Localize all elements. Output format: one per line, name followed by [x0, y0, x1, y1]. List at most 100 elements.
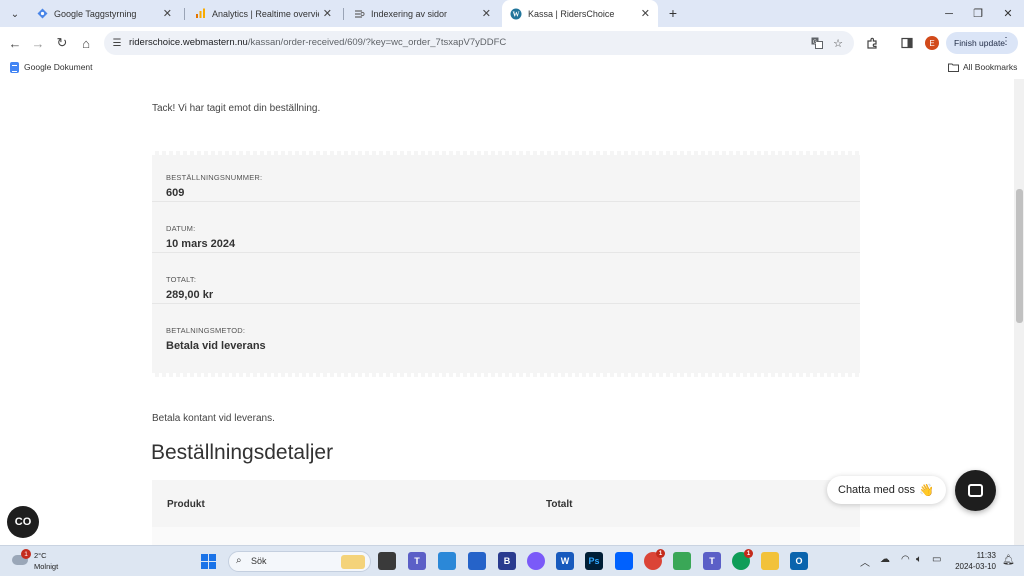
svg-text:W: W [513, 10, 520, 18]
clock-time: 11:33 [976, 551, 996, 560]
payment-method-row: BETALNINGSMETOD: Betala vid leverans [152, 304, 860, 355]
payment-method-value: Betala vid leverans [166, 340, 266, 352]
tab-label: Analytics | Realtime overview [212, 8, 319, 19]
chrome-profile-icon[interactable]: 1 [732, 549, 753, 570]
order-number-label: BESTÄLLNINGSNUMMER: [166, 173, 263, 182]
order-total-value: 289,00 kr [166, 289, 214, 301]
address-bar[interactable]: ☰ riderschoice.webmastern.nu/kassan/orde… [104, 31, 854, 55]
minimize-icon[interactable]: ─ [934, 0, 964, 27]
tab-separator [343, 8, 344, 20]
battery-icon[interactable]: ▭ [932, 554, 941, 565]
taskbar-clock[interactable]: 11:33 2024-03-10 [948, 550, 996, 572]
side-panel-icon[interactable] [897, 33, 917, 53]
dropbox-icon[interactable] [615, 552, 633, 570]
notification-badge: 1 [656, 549, 665, 558]
start-button[interactable] [201, 554, 216, 569]
page-scrollbar[interactable] [1014, 79, 1024, 545]
new-tab-icon[interactable]: + [664, 4, 682, 22]
close-icon[interactable]: ✕ [323, 7, 332, 20]
back-icon[interactable]: ← [5, 33, 25, 53]
url-text[interactable]: riderschoice.webmastern.nu/kassan/order-… [129, 37, 506, 48]
taskbar-search[interactable]: ⌕ Sök [228, 551, 371, 572]
home-icon[interactable]: ⌂ [76, 33, 96, 53]
tab-kassa-riderschoice[interactable]: W Kassa | RidersChoice ✕ [502, 0, 658, 27]
copilot-icon[interactable] [527, 552, 545, 570]
store-icon[interactable] [468, 552, 486, 570]
order-date-value: 10 mars 2024 [166, 238, 236, 250]
tab-separator [184, 8, 185, 20]
tab-search-chevron-icon[interactable]: ⌄ [5, 4, 25, 24]
search-highlight-icon [341, 555, 365, 569]
teams-icon[interactable]: T [408, 552, 426, 570]
bookmark-google-dokument[interactable]: Google Dokument [9, 61, 93, 73]
tab-label: Google Taggstyrning [54, 8, 137, 19]
reload-icon[interactable]: ↻ [52, 33, 72, 53]
weather-temperature: 2°C [34, 551, 47, 560]
order-total-label: TOTALT: [166, 275, 197, 284]
order-total-row: TOTALT: 289,00 kr [152, 253, 860, 304]
google-docs-icon [9, 61, 20, 73]
tag-manager-icon [36, 8, 48, 20]
bookmark-label: Google Dokument [24, 62, 93, 72]
search-placeholder: Sök [251, 556, 267, 566]
wifi-icon[interactable]: ◠ [901, 554, 910, 565]
chat-greeting-bubble[interactable]: Chatta med oss 👋 [827, 476, 946, 504]
order-overview: BESTÄLLNINGSNUMMER: 609 DATUM: 10 mars 2… [152, 151, 860, 377]
column-header-product: Produkt [167, 499, 205, 510]
weather-widget[interactable]: 1 2°C Molnigt [10, 549, 70, 574]
folder-icon [948, 61, 959, 73]
wordpress-icon: W [510, 8, 522, 20]
photoshop-icon[interactable]: Ps [585, 552, 603, 570]
tab-label: Indexering av sidor [371, 8, 448, 19]
translate-icon[interactable]: G [809, 35, 825, 51]
order-number-row: BESTÄLLNINGSNUMMER: 609 [152, 151, 860, 202]
photos-icon[interactable] [673, 552, 691, 570]
order-date-row: DATUM: 10 mars 2024 [152, 202, 860, 253]
search-icon: ⌕ [236, 555, 242, 566]
notifications-icon[interactable]: 🔔︎ [1002, 555, 1015, 566]
accessibility-widget-button[interactable]: CO [7, 506, 39, 538]
restore-icon[interactable]: ❐ [963, 0, 993, 27]
chat-launcher-button[interactable] [955, 470, 996, 511]
weather-condition: Molnigt [34, 562, 59, 571]
thank-you-message: Tack! Vi har tagit emot din beställning. [152, 103, 321, 114]
forward-icon[interactable]: → [28, 33, 48, 53]
finish-update-button[interactable]: Finish update ⋮ [946, 32, 1018, 54]
payment-method-label: BETALNINGSMETOD: [166, 326, 246, 335]
word-icon[interactable]: W [556, 552, 574, 570]
bookmark-star-icon[interactable]: ☆ [830, 35, 846, 51]
notepad-icon[interactable] [438, 552, 456, 570]
show-hidden-icons-icon[interactable]: ︿ [860, 554, 870, 569]
volume-icon[interactable]: 🔈︎ [916, 554, 922, 565]
close-icon[interactable]: ✕ [163, 7, 172, 20]
chat-icon [968, 484, 983, 497]
outlook-icon[interactable]: O [790, 552, 808, 570]
all-bookmarks[interactable]: All Bookmarks [948, 61, 1017, 73]
task-view-icon[interactable] [378, 552, 396, 570]
profile-avatar[interactable]: E [925, 36, 939, 50]
tab-strip: ⌄ Google Taggstyrning ✕ Analytics | Real… [0, 0, 1024, 27]
extensions-icon[interactable] [862, 33, 882, 53]
onedrive-icon[interactable]: ☁ [880, 554, 890, 565]
site-settings-icon[interactable]: ☰ [110, 36, 124, 50]
scrollbar-thumb[interactable] [1016, 189, 1023, 323]
tab-indexing[interactable]: Indexering av sidor ✕ [345, 0, 499, 27]
tab-google-tag-manager[interactable]: Google Taggstyrning ✕ [28, 0, 180, 27]
url-path: /kassan/order-received/609/?key=wc_order… [247, 37, 507, 48]
teams-icon[interactable]: T [703, 552, 721, 570]
b-app-icon[interactable]: B [498, 552, 516, 570]
finish-update-label: Finish update [954, 38, 1006, 48]
close-icon[interactable]: ✕ [482, 7, 491, 20]
order-number-value: 609 [166, 187, 185, 199]
clock-date: 2024-03-10 [955, 562, 996, 571]
close-icon[interactable]: ✕ [641, 7, 650, 20]
tab-analytics[interactable]: Analytics | Realtime overview ✕ [186, 0, 340, 27]
chrome-icon[interactable]: 1 [644, 549, 665, 570]
window-close-icon[interactable]: ✕ [993, 0, 1023, 27]
file-explorer-icon[interactable] [761, 552, 779, 570]
chat-greeting-text: Chatta med oss [838, 484, 916, 496]
order-date-label: DATUM: [166, 224, 196, 233]
analytics-icon [194, 8, 206, 20]
tab-label: Kassa | RidersChoice [528, 8, 615, 19]
column-header-total: Totalt [546, 499, 573, 510]
